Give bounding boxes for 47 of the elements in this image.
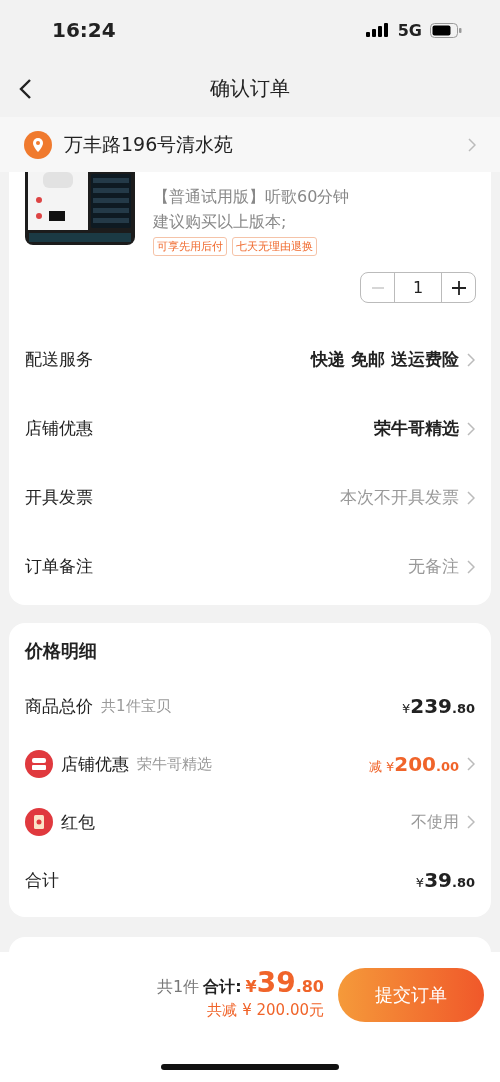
- back-icon[interactable]: [18, 78, 32, 100]
- battery-icon: [430, 22, 462, 38]
- chevron-icon[interactable]: [467, 559, 475, 574]
- chevron-icon: [468, 137, 476, 152]
- chevron-icon: [467, 815, 475, 829]
- quantity-field[interactable]: 1: [394, 273, 442, 302]
- submit-order-button[interactable]: 提交订单: [338, 968, 484, 1022]
- status-time: 16:24: [52, 18, 116, 42]
- envelope-icon: [25, 808, 53, 836]
- option-label: 订单备注: [25, 555, 94, 578]
- price-note: 共1件宝贝: [101, 696, 171, 716]
- chevron-icon: [467, 757, 475, 771]
- plus-icon: [451, 280, 466, 295]
- chevron-icon[interactable]: [467, 490, 475, 505]
- discount-amount[interactable]: 减 ¥200.00: [368, 752, 459, 776]
- chevron-icon[interactable]: [467, 421, 475, 436]
- price-label: 合计: [25, 868, 59, 892]
- total-label: 合计:: [203, 977, 242, 998]
- signal-icon: [365, 23, 390, 37]
- page-title: 确认订单: [210, 75, 290, 102]
- network-label: 5G: [397, 20, 422, 40]
- option-label: 开具发票: [25, 486, 94, 509]
- bonus-option-value[interactable]: 不使用: [411, 811, 459, 833]
- price-amount: ¥239.80: [401, 694, 475, 718]
- item-count: 共1件: [156, 977, 200, 998]
- price-amount: ¥39.80: [415, 868, 475, 892]
- service-tag: 可享先用后付: [153, 237, 227, 256]
- price-label: 商品总价: [25, 694, 93, 718]
- price-note: 荣牛哥精选: [137, 754, 212, 774]
- option-label: 配送服务: [25, 348, 94, 371]
- price-label: 店铺优惠: [61, 752, 129, 776]
- price-label: 红包: [61, 810, 95, 834]
- option-value[interactable]: 荣牛哥精选: [374, 417, 459, 440]
- total-amount: ¥39.80: [245, 966, 324, 999]
- option-value[interactable]: 快递 免邮 送运费险: [311, 348, 459, 371]
- chevron-icon[interactable]: [467, 352, 475, 367]
- section-title: 价格明细: [25, 639, 98, 663]
- location-pin-icon: [24, 130, 52, 159]
- option-value[interactable]: 本次不开具发票: [340, 486, 459, 509]
- option-label: 店铺优惠: [25, 417, 94, 440]
- option-value[interactable]: 无备注: [408, 555, 459, 578]
- address-bar[interactable]: 万丰路196号清水苑: [0, 117, 500, 172]
- saved-amount: 共减 ¥ 200.00元: [207, 1001, 324, 1020]
- product-spec: 【普通试用版】听歌60分钟: [153, 186, 350, 208]
- product-spec: 建议购买以上版本;: [153, 211, 288, 233]
- shop-icon: [25, 750, 53, 778]
- service-tag: 七天无理由退换: [232, 237, 317, 256]
